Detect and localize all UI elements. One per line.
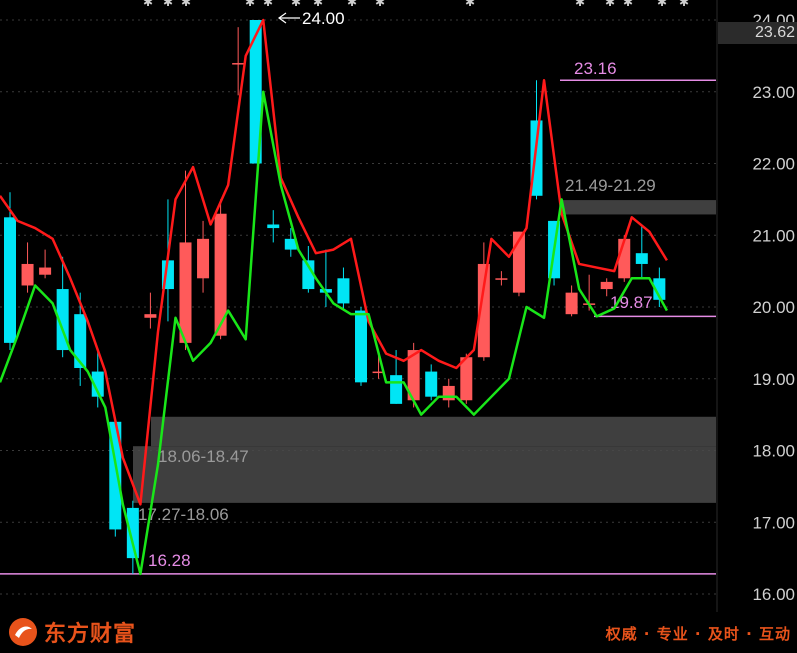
y-tick-label: 18.00: [752, 442, 795, 461]
level-label: 16.28: [148, 551, 191, 570]
brand-name: 东方财富: [44, 622, 137, 647]
candle-body: [39, 267, 52, 275]
peak-label: 24.00: [302, 9, 345, 28]
level-label: 23.16: [574, 59, 617, 78]
top-marker-icon: ✱: [291, 0, 301, 9]
top-marker-icon: ✱: [375, 0, 385, 9]
candle-body: [600, 281, 613, 290]
top-marker-icon: ✱: [313, 0, 323, 9]
slogan: 权威 · 专业 · 及时 · 互动: [605, 625, 791, 643]
top-marker-icon: ✱: [575, 0, 585, 9]
candle-body: [635, 253, 648, 264]
candle-body: [267, 224, 280, 229]
top-marker-icon: ✱: [245, 0, 255, 9]
candle-body: [495, 278, 508, 280]
top-marker-icon: ✱: [623, 0, 633, 9]
y-tick-label: 17.00: [752, 513, 795, 532]
footer-bar: 东方财富 权威 · 专业 · 及时 · 互动: [0, 612, 797, 653]
candle-body: [618, 238, 631, 279]
candle-body: [144, 314, 157, 318]
candle-body: [442, 385, 455, 401]
top-marker-icon: ✱: [465, 0, 475, 9]
zone-label: 18.06-18.47: [158, 447, 249, 466]
top-marker-icon: ✱: [163, 0, 173, 9]
y-tick-label: 20.00: [752, 298, 795, 317]
top-marker-icon: ✱: [181, 0, 191, 9]
top-marker-icon: ✱: [679, 0, 689, 9]
y-tick-label: 16.00: [752, 585, 795, 604]
top-marker-icon: ✱: [657, 0, 667, 9]
candle-body: [126, 507, 139, 559]
y-tick-label: 21.00: [752, 226, 795, 245]
zone-band: [560, 200, 716, 215]
candle-body: [179, 242, 192, 343]
candle-body: [197, 238, 210, 279]
zone-band: [151, 416, 716, 447]
current-price-label: 23.62: [718, 22, 797, 44]
candle-body: [425, 371, 438, 397]
brand-logo-icon: [9, 618, 37, 646]
candle-body: [355, 310, 367, 383]
y-tick-label: 23.00: [752, 83, 795, 102]
candle-body: [390, 375, 403, 404]
zone-label: 21.49-21.29: [565, 176, 656, 195]
top-marker-icon: ✱: [605, 0, 615, 9]
candlestick-chart: ✱ ✱ ✱ ✱ ✱ ✱ ✱ ✱ ✱ ✱ ✱ ✱ ✱ ✱ ✱24.0023.0022.0021.0020.00…: [0, 0, 795, 612]
candle-body: [337, 278, 350, 304]
top-marker-icon: ✱: [143, 0, 153, 9]
candle-body: [4, 217, 16, 343]
candle-body: [21, 263, 34, 286]
candle-body: [74, 314, 87, 368]
candle-body: [565, 292, 578, 315]
brand: 东方财富: [8, 616, 136, 648]
top-marker-icon: ✱: [347, 0, 357, 9]
candle-body: [232, 63, 245, 65]
top-marker-icon: ✱: [263, 0, 273, 9]
y-tick-label: 22.00: [752, 155, 795, 174]
y-tick-label: 19.00: [752, 370, 795, 389]
